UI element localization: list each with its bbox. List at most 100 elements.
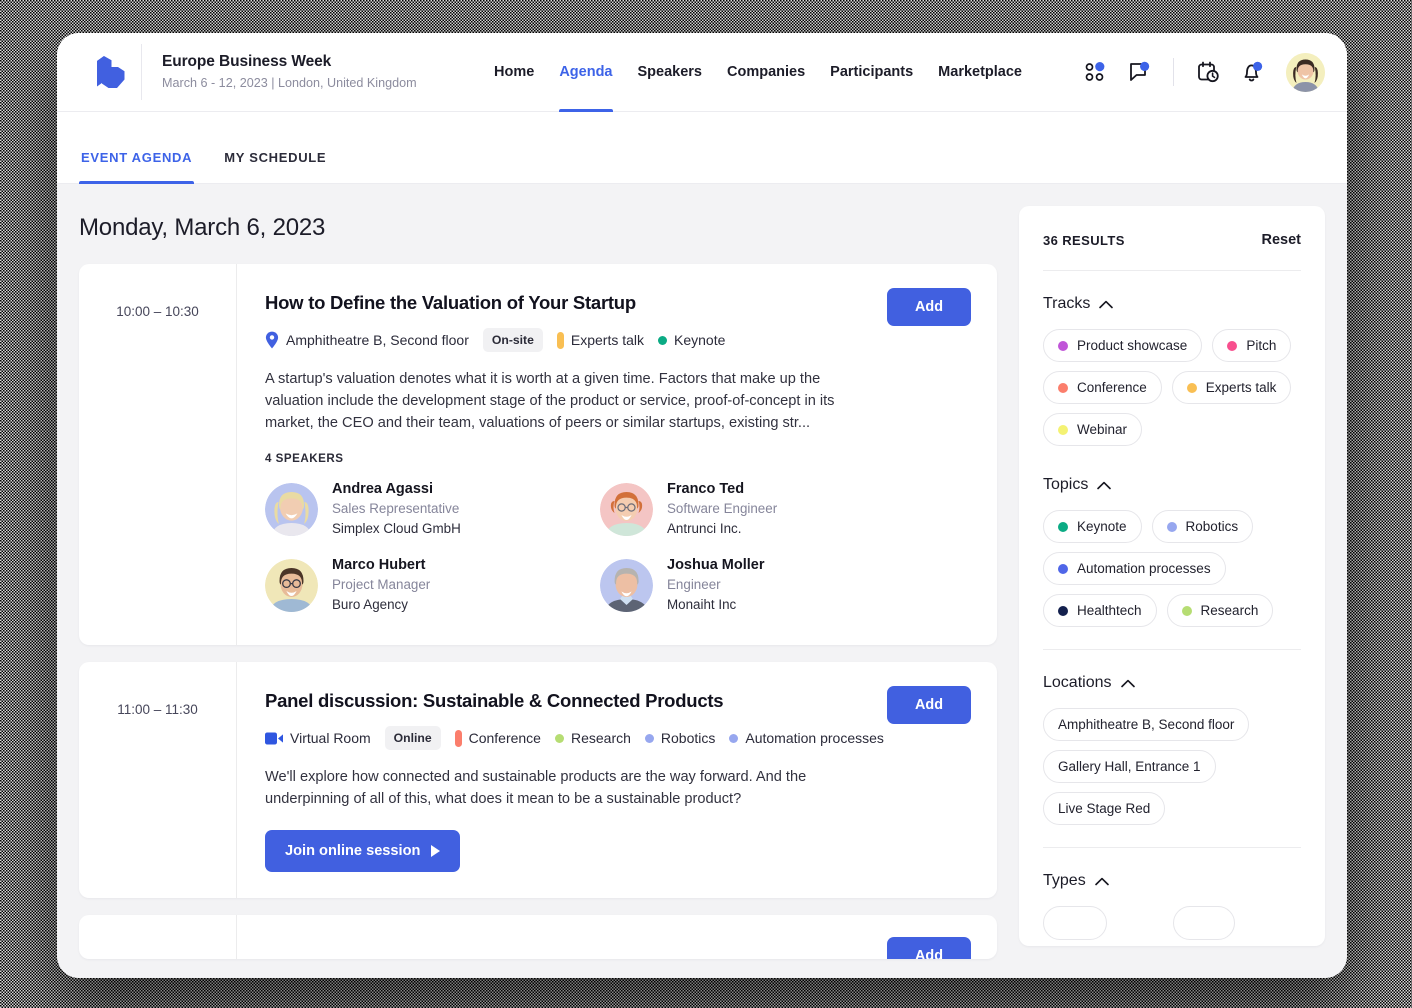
tag-label: Experts talk [570, 332, 645, 348]
day-heading: Monday, March 6, 2023 [79, 214, 326, 241]
session-time-column: 10:00 – 10:30 [79, 264, 237, 645]
company-logo-icon[interactable] [95, 55, 125, 89]
speaker-text: Marco Hubert Project Manager Buro Agency [332, 555, 430, 615]
session-tag: Keynote [658, 332, 725, 348]
speaker-org: Simplex Cloud GmbH [332, 521, 461, 536]
session-time-column: 11:00 – 11:30 [79, 662, 237, 898]
filter-section-locations-header[interactable]: Locations [1043, 674, 1301, 692]
filters-header: 36 RESULTS Reset [1043, 232, 1301, 248]
nav-item-companies[interactable]: Companies [727, 33, 805, 112]
session-body: Add How to Define the Valuation of Your … [237, 264, 997, 645]
reset-filters-button[interactable]: Reset [1262, 232, 1302, 248]
speaker-org: Monaiht Inc [667, 597, 737, 612]
chevron-up-icon [1094, 877, 1109, 886]
nav-item-speakers[interactable]: Speakers [638, 33, 703, 112]
chip-label: Product showcase [1077, 338, 1188, 353]
filter-chip[interactable]: Gallery Hall, Entrance 1 [1043, 750, 1216, 783]
chip-label: Live Stage Red [1058, 801, 1151, 816]
add-button[interactable]: Add [887, 937, 971, 959]
filter-chip[interactable]: Product showcase [1043, 329, 1203, 362]
apps-grid-icon[interactable] [1073, 50, 1117, 94]
speaker-avatar [600, 558, 653, 612]
session-tag: Automation processes [729, 730, 884, 746]
sub-tab-bar: EVENT AGENDA MY SCHEDULE [57, 112, 1347, 184]
tag-color-dot [554, 733, 564, 743]
filter-chip[interactable]: Robotics [1151, 510, 1254, 543]
filter-chip[interactable]: Webinar [1043, 413, 1143, 446]
speaker-role: Engineer [667, 577, 721, 592]
video-camera-icon [265, 732, 283, 745]
chip-color-dot [1181, 605, 1192, 616]
chip-label: Pitch [1246, 338, 1277, 353]
session-meta: Virtual Room Online Conference Research [265, 726, 885, 750]
chip-label: Gallery Hall, Entrance 1 [1058, 759, 1201, 774]
chip-label: Keynote [1077, 519, 1127, 534]
tag-color-dot [729, 733, 739, 743]
join-online-session-button[interactable]: Join online session [265, 830, 461, 872]
event-subtitle: March 6 - 12, 2023 | London, United King… [162, 76, 417, 90]
speaker-org: Buro Agency [332, 597, 408, 612]
filter-chip[interactable]: Healthtech [1043, 594, 1157, 627]
speaker-role: Sales Representative [332, 501, 460, 516]
tab-event-agenda[interactable]: EVENT AGENDA [79, 150, 195, 184]
chip-label: Webinar [1077, 422, 1128, 437]
filter-chip[interactable]: Research [1166, 594, 1274, 627]
filter-chip[interactable]: Live Stage Red [1043, 792, 1166, 825]
filter-section-title: Topics [1043, 476, 1089, 493]
filter-chip[interactable]: Pitch [1212, 329, 1292, 362]
filter-chip[interactable] [1173, 906, 1235, 940]
content-area: Monday, March 6, 2023 10:00 – 10:30 Add … [57, 184, 1347, 978]
chip-color-dot [1058, 521, 1068, 532]
chat-bubble-icon[interactable] [1117, 50, 1161, 94]
speaker-item[interactable]: Joshua Moller Engineer Monaiht Inc [600, 551, 905, 619]
speaker-item[interactable]: Marco Hubert Project Manager Buro Agency [265, 551, 570, 619]
nav-item-marketplace[interactable]: Marketplace [938, 33, 1022, 112]
session-card[interactable]: 11:00 – 11:30 Add Panel discussion: Sust… [79, 662, 997, 898]
user-avatar[interactable] [1286, 52, 1325, 92]
filter-chip[interactable]: Keynote [1043, 510, 1142, 543]
session-body: Add Panel discussion: Sustainable & Conn… [237, 662, 997, 898]
tag-label: Automation processes [745, 730, 884, 746]
filter-chip[interactable] [1043, 906, 1107, 940]
filter-section-types-header[interactable]: Types [1043, 872, 1301, 890]
session-card[interactable]: Add [79, 915, 997, 959]
filter-chip[interactable]: Conference [1043, 371, 1162, 404]
nav-item-home[interactable]: Home [494, 33, 534, 112]
speaker-item[interactable]: Andrea Agassi Sales Representative Simpl… [265, 475, 570, 543]
filter-chip[interactable]: Automation processes [1043, 552, 1226, 585]
results-count: 36 RESULTS [1043, 232, 1125, 248]
logo-container [79, 44, 142, 100]
top-header: Europe Business Week March 6 - 12, 2023 … [57, 33, 1347, 112]
filter-section-title: Locations [1043, 674, 1112, 691]
session-body: Add [237, 915, 997, 959]
speaker-text: Andrea Agassi Sales Representative Simpl… [332, 479, 461, 539]
app-window: Europe Business Week March 6 - 12, 2023 … [57, 33, 1347, 978]
filter-chips-topics: Keynote Robotics Automation processes He… [1043, 510, 1301, 627]
filter-chip[interactable]: Experts talk [1171, 371, 1292, 404]
add-button[interactable]: Add [887, 686, 971, 724]
tag-color-dot [658, 335, 668, 345]
session-mode-badge: On-site [482, 328, 543, 352]
screenshot-frame: Europe Business Week March 6 - 12, 2023 … [0, 0, 1412, 1008]
speaker-avatar [600, 482, 653, 536]
tag-color-bar [556, 331, 564, 349]
session-location: Amphitheatre B, Second floor [265, 331, 469, 349]
filter-chip[interactable]: Amphitheatre B, Second floor [1043, 708, 1250, 741]
bell-notification-icon[interactable] [1230, 50, 1274, 94]
speaker-item[interactable]: Franco Ted Software Engineer Antrunci In… [600, 475, 905, 543]
filters-panel: 36 RESULTS Reset Tracks Product showcase… [1019, 206, 1325, 946]
chip-color-dot [1058, 382, 1068, 393]
add-button[interactable]: Add [887, 288, 971, 326]
speaker-text: Joshua Moller Engineer Monaiht Inc [667, 555, 765, 615]
join-label: Join online session [285, 843, 421, 859]
nav-item-participants[interactable]: Participants [830, 33, 913, 112]
tab-my-schedule[interactable]: MY SCHEDULE [222, 150, 328, 183]
play-triangle-icon [431, 845, 441, 857]
chip-label: Conference [1077, 380, 1147, 395]
filter-section-topics-header[interactable]: Topics [1043, 476, 1301, 494]
calendar-clock-icon[interactable] [1186, 50, 1230, 94]
nav-item-agenda[interactable]: Agenda [559, 33, 613, 112]
filter-section-tracks-header[interactable]: Tracks [1043, 295, 1301, 313]
map-pin-icon [265, 331, 279, 349]
session-card[interactable]: 10:00 – 10:30 Add How to Define the Valu… [79, 264, 997, 645]
